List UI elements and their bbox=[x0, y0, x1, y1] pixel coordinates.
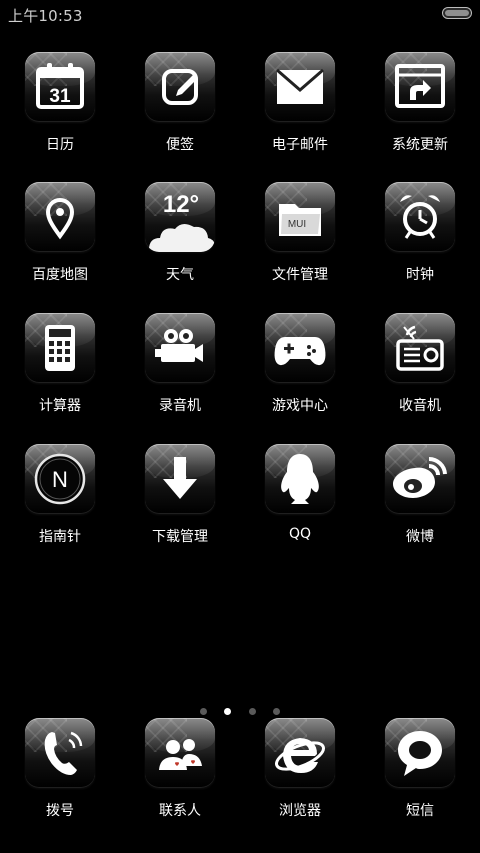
app-label: 拨号 bbox=[46, 803, 74, 819]
app-label: 日历 bbox=[46, 137, 74, 153]
app-radio[interactable]: 收音机 bbox=[360, 313, 480, 433]
contacts-icon bbox=[145, 718, 215, 788]
weibo-icon bbox=[385, 444, 455, 514]
dock-browser[interactable]: 浏览器 bbox=[240, 718, 360, 838]
calendar-icon: 31 bbox=[25, 52, 95, 122]
app-label: 系统更新 bbox=[392, 137, 448, 153]
app-baidu-map[interactable]: 百度地图 bbox=[0, 182, 120, 302]
app-clock[interactable]: 时钟 bbox=[360, 182, 480, 302]
app-notes[interactable]: 便签 bbox=[120, 52, 240, 172]
folder-badge: MUI bbox=[288, 219, 306, 230]
folder-icon: MUI bbox=[265, 182, 335, 252]
page-dot[interactable] bbox=[200, 708, 208, 715]
app-file-manager[interactable]: MUI 文件管理 bbox=[240, 182, 360, 302]
app-label: 电子邮件 bbox=[272, 137, 328, 153]
system-update-icon bbox=[385, 52, 455, 122]
app-email[interactable]: 电子邮件 bbox=[240, 52, 360, 172]
app-label: 录音机 bbox=[159, 398, 201, 414]
browser-icon bbox=[265, 718, 335, 788]
app-label: 文件管理 bbox=[272, 267, 328, 283]
page-dot[interactable] bbox=[272, 708, 280, 715]
app-qq[interactable]: QQ bbox=[240, 444, 360, 564]
gamepad-icon bbox=[265, 313, 335, 383]
download-arrow-icon bbox=[145, 444, 215, 514]
app-weather[interactable]: 12° 天气 bbox=[120, 182, 240, 302]
app-label: 指南针 bbox=[39, 529, 81, 545]
app-compass[interactable]: N 指南针 bbox=[0, 444, 120, 564]
weather-temperature: 12° bbox=[163, 191, 199, 218]
app-calculator[interactable]: 计算器 bbox=[0, 313, 120, 433]
page-dot-active[interactable] bbox=[224, 708, 232, 715]
compass-icon: N bbox=[25, 444, 95, 514]
app-system-update[interactable]: 系统更新 bbox=[360, 52, 480, 172]
app-download-manager[interactable]: 下载管理 bbox=[120, 444, 240, 564]
dock-messages[interactable]: 短信 bbox=[360, 718, 480, 838]
calculator-icon bbox=[25, 313, 95, 383]
weather-cloud-icon: 12° bbox=[145, 182, 215, 252]
dock-contacts[interactable]: 联系人 bbox=[120, 718, 240, 838]
phone-icon bbox=[25, 718, 95, 788]
app-label: 微博 bbox=[406, 529, 434, 545]
status-bar: 上午10:53 bbox=[0, 0, 480, 28]
app-label: 下载管理 bbox=[152, 529, 208, 545]
app-label: QQ bbox=[288, 526, 312, 542]
alarm-clock-icon bbox=[385, 182, 455, 252]
compass-letter: N bbox=[52, 467, 68, 492]
app-game-center[interactable]: 游戏中心 bbox=[240, 313, 360, 433]
app-label: 联系人 bbox=[159, 803, 201, 819]
app-label: 天气 bbox=[166, 267, 194, 283]
app-calendar[interactable]: 31 日历 bbox=[0, 52, 120, 172]
battery-icon bbox=[442, 7, 472, 19]
app-label: 时钟 bbox=[406, 267, 434, 283]
message-bubble-icon bbox=[385, 718, 455, 788]
page-dot[interactable] bbox=[248, 708, 256, 715]
app-recorder[interactable]: 录音机 bbox=[120, 313, 240, 433]
penguin-icon bbox=[265, 444, 335, 514]
calendar-date: 31 bbox=[49, 86, 71, 107]
map-pin-icon bbox=[25, 182, 95, 252]
app-label: 浏览器 bbox=[279, 803, 321, 819]
app-label: 百度地图 bbox=[32, 267, 88, 283]
note-icon bbox=[145, 52, 215, 122]
app-label: 便签 bbox=[166, 137, 194, 153]
radio-icon bbox=[385, 313, 455, 383]
app-label: 短信 bbox=[406, 803, 434, 819]
dock-dialer[interactable]: 拨号 bbox=[0, 718, 120, 838]
page-indicator bbox=[0, 701, 480, 715]
status-time: 上午10:53 bbox=[8, 7, 83, 25]
video-camera-icon bbox=[145, 313, 215, 383]
email-icon bbox=[265, 52, 335, 122]
app-label: 计算器 bbox=[39, 398, 81, 414]
app-weibo[interactable]: 微博 bbox=[360, 444, 480, 564]
app-label: 收音机 bbox=[399, 398, 441, 414]
app-label: 游戏中心 bbox=[272, 398, 328, 414]
